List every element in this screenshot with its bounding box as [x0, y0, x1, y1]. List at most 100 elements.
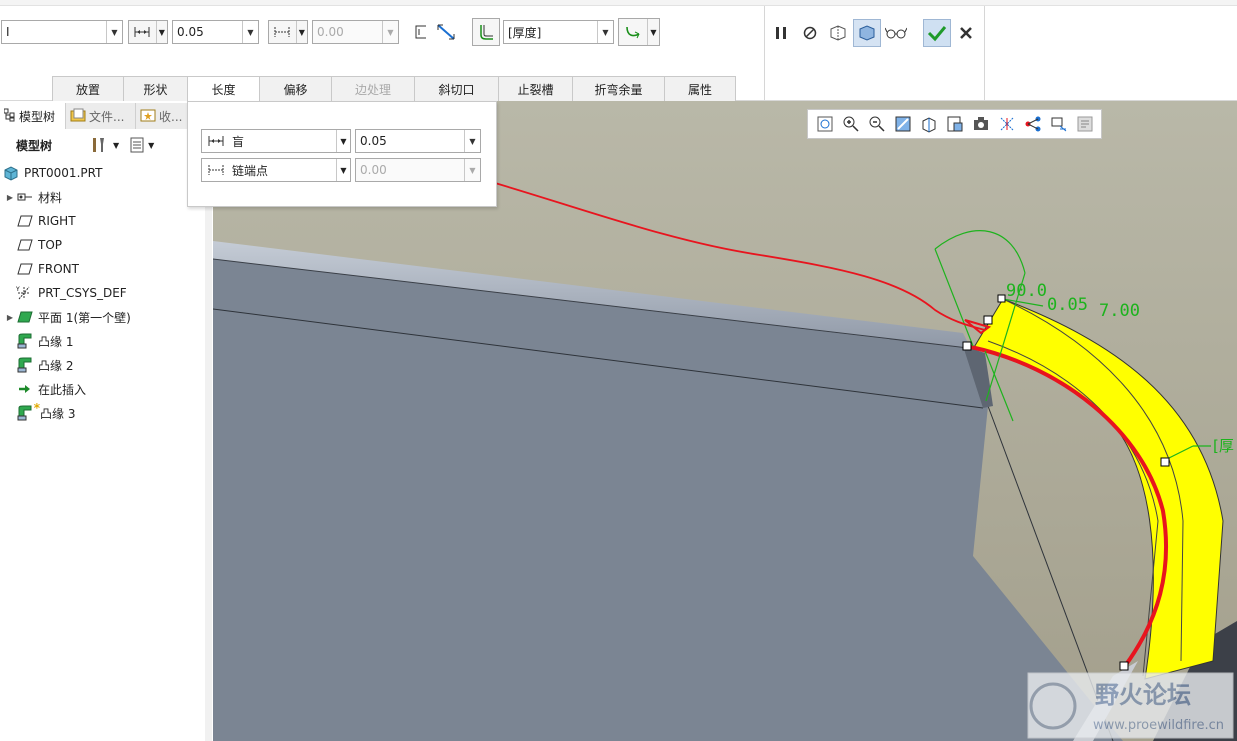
second-length-input: 0.00 ▼: [312, 20, 399, 44]
chevron-down-icon: ▼: [382, 21, 398, 43]
ok-checkmark-icon[interactable]: [923, 19, 951, 47]
flip-direction-icon[interactable]: [433, 20, 459, 44]
show-list-icon[interactable]: ▼: [129, 137, 154, 153]
second-length-type-button[interactable]: ▼: [268, 20, 308, 44]
favorites-icon: [140, 108, 156, 125]
tree-item-label: 平面 1(第一个壁): [38, 310, 131, 325]
pause-icon[interactable]: [772, 22, 790, 44]
chevron-down-icon[interactable]: ▼: [155, 21, 167, 43]
tree-item[interactable]: TOP: [0, 233, 212, 257]
tree-item-label: TOP: [38, 238, 63, 252]
datum-display-icon[interactable]: [994, 112, 1020, 136]
refit-icon[interactable]: [812, 112, 838, 136]
datum-plane-icon: [16, 213, 34, 229]
datum-plane-icon: [16, 237, 34, 253]
svg-text:Y: Y: [16, 286, 20, 293]
length-value: 0.05: [177, 25, 204, 39]
model-tree-toolbar: 模型树 ▼ ▼: [0, 131, 212, 159]
tree-item[interactable]: * 凸缘 3: [0, 401, 212, 425]
display-style-icon[interactable]: [916, 112, 942, 136]
chevron-down-icon[interactable]: ▼: [295, 21, 307, 43]
side2-length-value: 0.00: [360, 163, 387, 177]
tab-offset[interactable]: 偏移: [259, 76, 332, 101]
chevron-down-icon[interactable]: ▼: [336, 159, 350, 181]
tab-folder-browser-label: 文件...: [89, 109, 125, 124]
tab-folder-browser[interactable]: 文件...: [66, 103, 136, 129]
tree-item[interactable]: ▶ 材料: [0, 185, 212, 209]
saved-views-icon[interactable]: [942, 112, 968, 136]
length-chain-end-icon: [202, 159, 230, 181]
annotation-display-icon[interactable]: [1072, 112, 1098, 136]
length-value-input[interactable]: 0.05 ▼: [172, 20, 259, 44]
tree-item[interactable]: 凸缘 2: [0, 353, 212, 377]
profile-side-icon[interactable]: [410, 20, 432, 44]
side1-length-type: 盲: [232, 134, 245, 149]
tab-shape[interactable]: 形状: [123, 76, 188, 101]
tab-properties[interactable]: 属性: [664, 76, 736, 101]
expand-arrow-icon[interactable]: ▶: [4, 193, 16, 202]
tree-item[interactable]: 凸缘 1: [0, 329, 212, 353]
no-preview-icon[interactable]: [800, 22, 820, 44]
flange-type-combo[interactable]: I ▼: [1, 20, 123, 44]
planar-wall-icon: [16, 309, 34, 325]
expand-arrow-icon[interactable]: ▶: [4, 313, 16, 322]
flange-dashboard: I ▼ ▼ 0.05 ▼ ▼ 0.00 ▼ [厚度] ▼ ▼ 放置 形状 长度 …: [0, 0, 1237, 102]
thickness-combo[interactable]: [厚度] ▼: [503, 20, 614, 44]
chevron-down-icon[interactable]: ▼: [647, 19, 659, 45]
model-tree: PRT0001.PRT ▶ 材料 RIGHT TOP FRONT Y PRT_CSYS_DEF…: [0, 161, 212, 425]
side2-length-type-combo[interactable]: 链端点 ▼: [201, 158, 351, 182]
tab-bend-allowance[interactable]: 折弯余量: [572, 76, 665, 101]
verify-icon[interactable]: [853, 19, 881, 47]
bend-direction-button[interactable]: ▼: [618, 18, 660, 46]
tab-length[interactable]: 长度: [187, 76, 260, 102]
tab-favorites-label: 收...: [159, 109, 183, 124]
preview-icon[interactable]: [826, 22, 850, 44]
view-toolbar: [807, 109, 1102, 139]
side1-length-value: 0.05: [360, 134, 387, 148]
model-tree-title: 模型树: [16, 138, 53, 153]
tree-item[interactable]: Y PRT_CSYS_DEF: [0, 281, 212, 305]
length-type-button[interactable]: ▼: [128, 20, 168, 44]
tree-item[interactable]: ▶ 平面 1(第一个壁): [0, 305, 212, 329]
tab-model-tree[interactable]: 模型树: [0, 103, 66, 129]
chevron-down-icon[interactable]: ▼: [336, 130, 350, 152]
bend-radius-icon[interactable]: [472, 18, 500, 46]
glasses-icon[interactable]: [884, 22, 908, 44]
folder-icon: [70, 108, 86, 125]
tree-item[interactable]: RIGHT: [0, 209, 212, 233]
tree-item[interactable]: FRONT: [0, 257, 212, 281]
axis-display-icon[interactable]: [1020, 112, 1046, 136]
model-tree-panel: 模型树 文件... 收... 模型树 ▼ ▼ PRT0001.PRT ▶ 材料 …: [0, 101, 212, 741]
toolbar-separator: [764, 6, 765, 100]
length-blind-icon: [202, 130, 230, 152]
csys-icon: Y: [16, 285, 34, 301]
csys-display-icon[interactable]: [1046, 112, 1072, 136]
side1-length-type-combo[interactable]: 盲 ▼: [201, 129, 351, 153]
dashboard-top-strip: [0, 0, 1237, 6]
thickness-value: [厚度]: [508, 25, 542, 40]
bend-direction-icon: [619, 19, 647, 45]
tree-item-label: 凸缘 3: [40, 406, 76, 421]
zoom-out-icon[interactable]: [864, 112, 890, 136]
chevron-down-icon[interactable]: ▼: [242, 21, 258, 43]
side2-length-type: 链端点: [232, 163, 269, 178]
tree-item-label: RIGHT: [38, 214, 76, 228]
tab-miter-cuts[interactable]: 斜切口: [414, 76, 499, 101]
tree-item-label: 凸缘 1: [38, 334, 74, 349]
tab-placement[interactable]: 放置: [52, 76, 124, 101]
tree-item[interactable]: PRT0001.PRT: [0, 161, 212, 185]
flange-icon: [16, 357, 34, 373]
zoom-in-icon[interactable]: [838, 112, 864, 136]
view-manager-icon[interactable]: [968, 112, 994, 136]
repaint-icon[interactable]: [890, 112, 916, 136]
chevron-down-icon[interactable]: ▼: [464, 130, 480, 152]
tab-relief[interactable]: 止裂槽: [498, 76, 573, 101]
settings-tools-icon[interactable]: ▼: [90, 136, 119, 154]
tree-item[interactable]: 在此插入: [0, 377, 212, 401]
tree-item-label: PRT_CSYS_DEF: [38, 286, 127, 300]
side1-length-input[interactable]: 0.05 ▼: [355, 129, 481, 153]
cancel-x-icon[interactable]: [955, 22, 977, 44]
chevron-down-icon[interactable]: ▼: [106, 21, 122, 43]
chevron-down-icon[interactable]: ▼: [597, 21, 613, 43]
toolbar-separator: [984, 6, 985, 100]
